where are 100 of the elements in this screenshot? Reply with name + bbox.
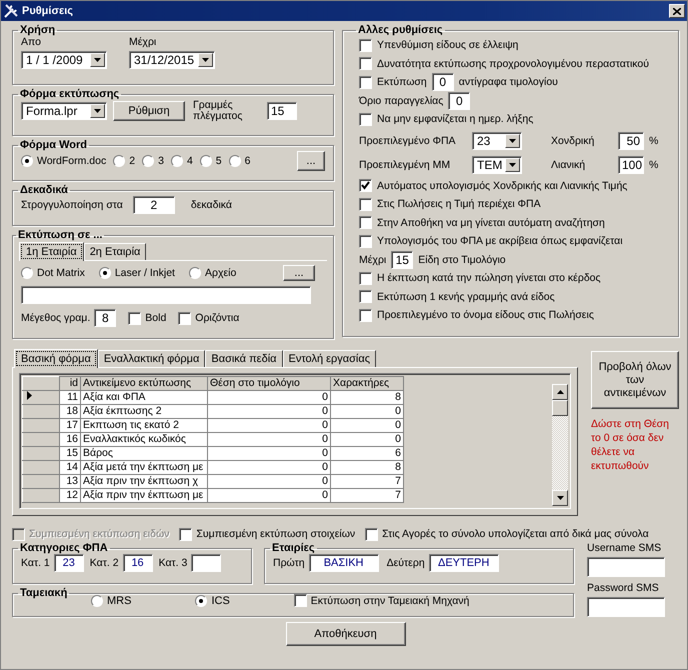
- radio-button[interactable]: [195, 594, 208, 606]
- radio-button[interactable]: [91, 594, 103, 606]
- checkbox[interactable]: [359, 216, 372, 230]
- checkbox[interactable]: [359, 179, 372, 192]
- percent-field[interactable]: 100: [618, 156, 644, 174]
- checkbox[interactable]: [359, 290, 372, 304]
- close-icon: [673, 8, 681, 14]
- tab[interactable]: Βασική φόρμα: [14, 349, 98, 368]
- checkbox[interactable]: [365, 528, 378, 540]
- form-dropdown[interactable]: Forma.lpr: [21, 102, 107, 120]
- vat-field[interactable]: [191, 554, 222, 572]
- tab[interactable]: Εναλλακτική φόρμα: [98, 350, 206, 367]
- checkbox-label: Στις Αγορές το σύνολο υπολογίζεται από δικά μας σύνολα: [382, 528, 649, 540]
- checkbox-label: Η έκπτωση κατά την πώληση γίνεται στο κέρδος: [377, 272, 601, 284]
- font-size-field[interactable]: 8: [94, 309, 116, 327]
- tab[interactable]: 2η Εταιρία: [84, 243, 146, 260]
- company-field[interactable]: ΔΕΥΤΕΡΗ: [428, 554, 499, 572]
- tab[interactable]: Βασικά πεδία: [205, 350, 283, 367]
- window-title: Ρυθμίσεις: [22, 5, 73, 17]
- checkbox[interactable]: [359, 38, 372, 52]
- tab[interactable]: Εντολή εργασίας: [282, 350, 376, 367]
- radio-button[interactable]: [228, 155, 241, 167]
- table-cell: 0: [208, 390, 330, 404]
- radio-button[interactable]: [113, 155, 126, 167]
- browse-button[interactable]: ...: [297, 151, 325, 171]
- password-label: Password SMS: [587, 582, 660, 594]
- save-button[interactable]: Αποθήκευση: [286, 622, 406, 646]
- checkbox-label: Bold: [145, 312, 166, 324]
- group-title: Ταμειακή: [19, 587, 68, 599]
- checkbox[interactable]: [359, 57, 372, 70]
- checkbox[interactable]: [359, 308, 372, 322]
- setting-field[interactable]: 0: [448, 92, 470, 110]
- setting-field[interactable]: 15: [391, 250, 414, 269]
- tab[interactable]: 1η Εταιρία: [19, 242, 84, 261]
- default-dropdown[interactable]: ΤΕΜ: [472, 156, 522, 174]
- from-label: Απο: [21, 36, 42, 48]
- checkbox-label: Δυνατότητα εκτύπωσης προχρονολογιμένου περαστατικού: [377, 58, 649, 70]
- table-cell: 0: [208, 446, 330, 460]
- username-field[interactable]: [587, 557, 665, 577]
- checkbox-label: Προεπιλεγμένο το όνομα είδους στις Πωλήσεις: [377, 309, 594, 322]
- scroll-up-button[interactable]: [552, 384, 568, 400]
- radio-button[interactable]: [200, 155, 212, 167]
- checkbox[interactable]: [178, 312, 192, 324]
- radio-button[interactable]: [170, 155, 183, 167]
- date-picker[interactable]: 1 / 1 /2009: [21, 51, 107, 69]
- decimals-field[interactable]: 2: [132, 196, 175, 214]
- checkbox[interactable]: [359, 272, 372, 285]
- default-dropdown[interactable]: 23: [472, 132, 522, 150]
- password-field[interactable]: [587, 597, 665, 617]
- company-field[interactable]: ΒΑΣΙΚΗ: [308, 554, 379, 572]
- scroll-thumb[interactable]: [552, 400, 568, 416]
- checkbox[interactable]: [179, 528, 192, 540]
- radio-label: 4: [186, 155, 193, 167]
- vat-field[interactable]: 16: [122, 554, 153, 572]
- table-cell: Αξία μετά την έκπτωση με: [80, 460, 208, 474]
- percent-field[interactable]: 50: [618, 132, 644, 150]
- close-button[interactable]: [669, 4, 685, 18]
- browse-button[interactable]: ...: [283, 265, 315, 281]
- setup-button[interactable]: Ρύθμιση: [113, 101, 185, 121]
- price-label: Λιανική: [551, 158, 586, 170]
- radio-button[interactable]: [21, 155, 33, 167]
- checkbox[interactable]: [359, 234, 372, 248]
- column-header[interactable]: id: [60, 376, 80, 390]
- table-cell: 6: [330, 446, 404, 460]
- row-header[interactable]: [22, 390, 60, 404]
- checkbox[interactable]: [294, 594, 307, 607]
- checkbox[interactable]: [128, 312, 142, 324]
- vat-label: Κατ. 1: [21, 557, 50, 569]
- radio-button[interactable]: [98, 267, 111, 279]
- checkbox[interactable]: [359, 198, 372, 211]
- group-title: Φόρμα Word: [19, 139, 88, 151]
- group-title: Εταιρίες: [271, 542, 316, 554]
- table-cell: Εκπτωση τις εκατό 2: [80, 418, 208, 432]
- setting-suffix: Είδη στο Τιμολόγιο: [418, 254, 506, 266]
- vat-label: Κατ. 2: [90, 557, 119, 569]
- column-header[interactable]: Χαρακτήρες: [330, 376, 404, 390]
- table-cell: 0: [330, 432, 404, 446]
- copies-field[interactable]: 0: [432, 73, 454, 92]
- checkbox[interactable]: [359, 112, 372, 126]
- table-cell: 0: [208, 460, 330, 474]
- table-cell: Εναλλακτικός κωδικός: [80, 432, 208, 446]
- vat-label: Κατ. 3: [158, 557, 188, 569]
- date-picker[interactable]: 31/12/2015: [129, 51, 215, 69]
- font-size-label: Μέγεθος γραμ.: [21, 312, 90, 324]
- radio-button[interactable]: [188, 267, 201, 279]
- scrollbar[interactable]: [552, 384, 568, 506]
- table-cell: Αξία πριν την έκπτωση με: [80, 488, 208, 502]
- show-all-button[interactable]: Προβολή όλων των αντικειμένων: [591, 351, 679, 409]
- column-header[interactable]: Θέση στο τιμολόγιο: [208, 376, 330, 390]
- checkbox-label: Εκτύπωση: [377, 76, 427, 88]
- radio-button[interactable]: [142, 155, 154, 167]
- copies-label: αντίγραφα τιμολογίου: [458, 76, 558, 88]
- path-field[interactable]: [21, 286, 311, 304]
- checkbox[interactable]: [359, 76, 372, 89]
- radio-label: Laser / Inkjet: [114, 267, 175, 279]
- radio-button[interactable]: [21, 267, 33, 279]
- vat-field[interactable]: 23: [54, 554, 84, 572]
- grid-lines-field[interactable]: 15: [267, 102, 297, 120]
- scroll-down-button[interactable]: [552, 490, 568, 506]
- column-header[interactable]: Αντικείμενο εκτύπωσης: [80, 376, 208, 390]
